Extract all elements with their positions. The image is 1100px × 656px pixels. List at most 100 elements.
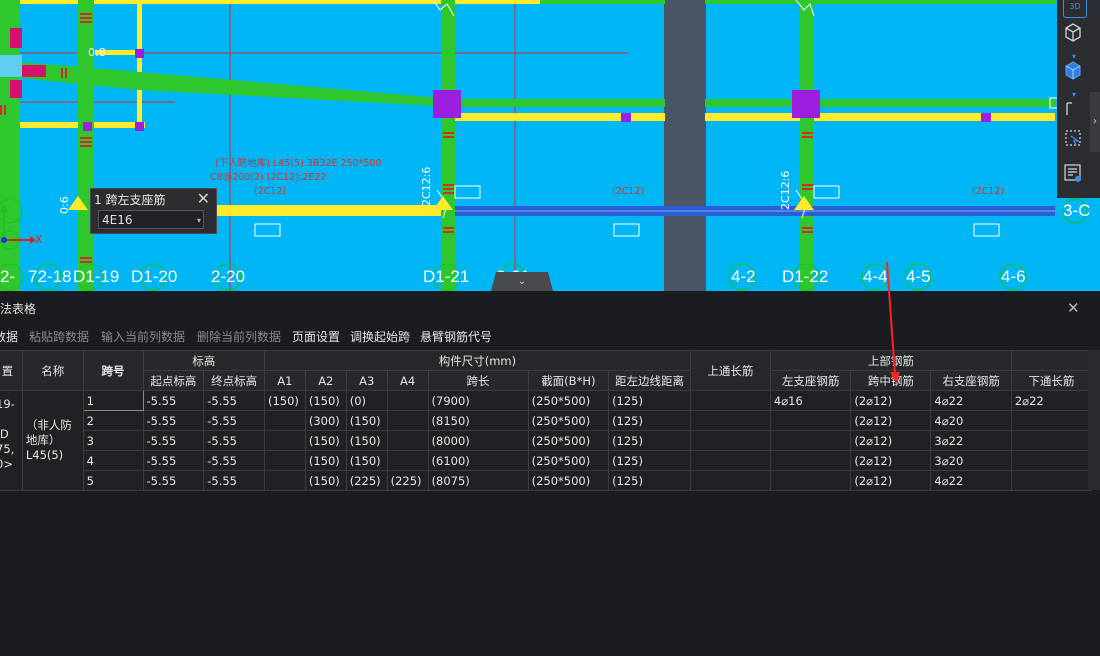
section-cell[interactable]: (250*500) [527,450,610,471]
offset-cell[interactable]: (125) [608,470,691,491]
offset-cell[interactable]: (125) [608,390,691,411]
start-elevation-cell[interactable]: -5.55 [142,430,205,451]
right-support-cell[interactable]: 4⌀22 [930,390,1012,411]
top-long-cell[interactable] [689,470,771,491]
a4-cell[interactable] [386,450,429,471]
span-length-cell[interactable]: (7900) [427,390,529,411]
toolbar-swap-start-button[interactable]: 调换起始跨 [350,328,410,345]
list-settings-icon[interactable] [1063,163,1085,185]
name-cell[interactable]: （非人防 地库） L45(5) [21,390,84,491]
cube-blue-icon[interactable] [1063,60,1085,82]
toolbar-input-column-button[interactable]: 输入当前列数据 [101,328,185,345]
end-elevation-cell[interactable]: -5.55 [203,470,265,491]
a3-cell[interactable]: (0) [345,390,388,411]
mid-span-cell[interactable]: (2⌀12) [850,470,932,491]
span-length-cell[interactable]: (6100) [427,450,529,471]
bottom-long-cell[interactable] [1010,410,1093,431]
close-icon[interactable]: ✕ [197,189,210,208]
a3-cell[interactable]: (225) [345,470,388,491]
a1-cell[interactable] [263,430,306,451]
a4-cell[interactable] [386,410,429,431]
mid-span-cell[interactable]: (2⌀12) [850,410,932,431]
a2-cell[interactable]: (150) [304,430,347,451]
offset-cell[interactable]: (125) [608,450,691,471]
left-support-cell[interactable] [769,470,852,491]
cad-canvas[interactable]: 2- 72-18 D1-19 D1-20 2-20 D1-21 2-21 4-2… [0,0,1100,291]
span-cell[interactable]: 4 [82,450,144,471]
left-support-cell[interactable] [769,430,852,451]
span-length-cell[interactable]: (8150) [427,410,529,431]
a3-cell[interactable]: (150) [345,430,388,451]
end-elevation-cell[interactable]: -5.55 [203,410,265,431]
a4-cell[interactable] [386,430,429,451]
table-row[interactable]: 19- - ;D 75, 0> （非人防 地库） L45(5) 1 -5.55 … [0,390,1093,491]
section-cell[interactable]: (250*500) [527,430,610,451]
table-scrollbar[interactable] [1088,350,1100,490]
select-box-icon[interactable] [1063,99,1085,121]
span-cell[interactable]: 1 [82,390,144,411]
toolbar-delete-column-button[interactable]: 删除当前列数据 [197,328,281,345]
close-icon[interactable]: ✕ [1067,299,1080,317]
start-elevation-cell[interactable]: -5.55 [142,410,205,431]
a2-cell[interactable]: (150) [304,450,347,471]
bottom-long-cell[interactable]: 2⌀22 [1010,390,1093,411]
select-dashed-icon[interactable] [1063,128,1085,150]
a1-cell[interactable]: (150) [263,390,306,411]
a1-cell[interactable] [263,470,306,491]
a2-cell[interactable]: (150) [304,390,347,411]
a3-cell[interactable]: (150) [345,410,388,431]
start-elevation-cell[interactable]: -5.55 [142,450,205,471]
dropdown-arrow-icon[interactable]: ▾ [197,211,201,230]
span-cell[interactable]: 5 [82,470,144,491]
span-length-cell[interactable]: (8075) [427,470,529,491]
span-cell[interactable]: 3 [82,430,144,451]
left-support-cell[interactable] [769,410,852,431]
right-support-cell[interactable]: 3⌀20 [930,450,1012,471]
section-cell[interactable]: (250*500) [527,410,610,431]
right-support-cell[interactable]: 4⌀22 [930,470,1012,491]
left-support-cell[interactable] [769,450,852,471]
mid-span-cell[interactable]: (2⌀12) [850,450,932,471]
table-row[interactable]: 4 -5.55 -5.55 (150) (150) (6100) (250*50… [0,450,1093,471]
offset-cell[interactable]: (125) [608,430,691,451]
bottom-long-cell[interactable] [1010,470,1093,491]
a4-cell[interactable]: (225) [386,470,429,491]
collapse-panel-tab[interactable]: ⌄ [491,272,553,291]
section-cell[interactable]: (250*500) [527,470,610,491]
end-elevation-cell[interactable]: -5.55 [203,450,265,471]
top-long-cell[interactable] [689,390,771,411]
toolbar-paste-span-button[interactable]: 粘贴跨数据 [29,328,89,345]
mid-span-cell[interactable]: (2⌀12) [850,430,932,451]
toolbar-page-setup-button[interactable]: 页面设置 [292,328,340,345]
end-elevation-cell[interactable]: -5.55 [203,430,265,451]
a4-cell[interactable] [386,390,429,411]
bottom-long-cell[interactable] [1010,430,1093,451]
start-elevation-cell[interactable]: -5.55 [142,390,205,411]
offset-cell[interactable]: (125) [608,410,691,431]
section-cell[interactable]: (250*500) [527,390,610,411]
cube-outline-icon[interactable] [1063,22,1085,44]
a1-cell[interactable] [263,450,306,471]
span-length-cell[interactable]: (8000) [427,430,529,451]
start-elevation-cell[interactable]: -5.55 [142,470,205,491]
top-long-cell[interactable] [689,450,771,471]
end-elevation-cell[interactable]: -5.55 [203,390,265,411]
a2-cell[interactable]: (150) [304,470,347,491]
span-cell[interactable]: 2 [82,410,144,431]
expand-panel-icon[interactable]: › [1090,92,1100,152]
left-support-rebar-input[interactable]: 4E16 ▾ [98,210,204,229]
a2-cell[interactable]: (300) [304,410,347,431]
a1-cell[interactable] [263,410,306,431]
toolbar-cantilever-code-button[interactable]: 悬臂钢筋代号 [420,328,492,345]
toolbar-data-button[interactable]: 数据 [0,328,18,345]
table-row[interactable]: 3 -5.55 -5.55 (150) (150) (8000) (250*50… [0,430,1093,451]
a3-cell[interactable]: (150) [345,450,388,471]
3d-view-icon[interactable]: 3D [1063,0,1087,18]
top-long-cell[interactable] [689,410,771,431]
bottom-long-cell[interactable] [1010,450,1093,471]
table-row[interactable]: 2 -5.55 -5.55 (300) (150) (8150) (250*50… [0,410,1093,431]
right-support-cell[interactable]: 4⌀20 [930,410,1012,431]
left-support-cell[interactable]: 4⌀16 [769,390,852,411]
right-support-cell[interactable]: 3⌀22 [930,430,1012,451]
table-row[interactable]: 5 -5.55 -5.55 (150) (225) (225) (8075) (… [0,470,1093,491]
